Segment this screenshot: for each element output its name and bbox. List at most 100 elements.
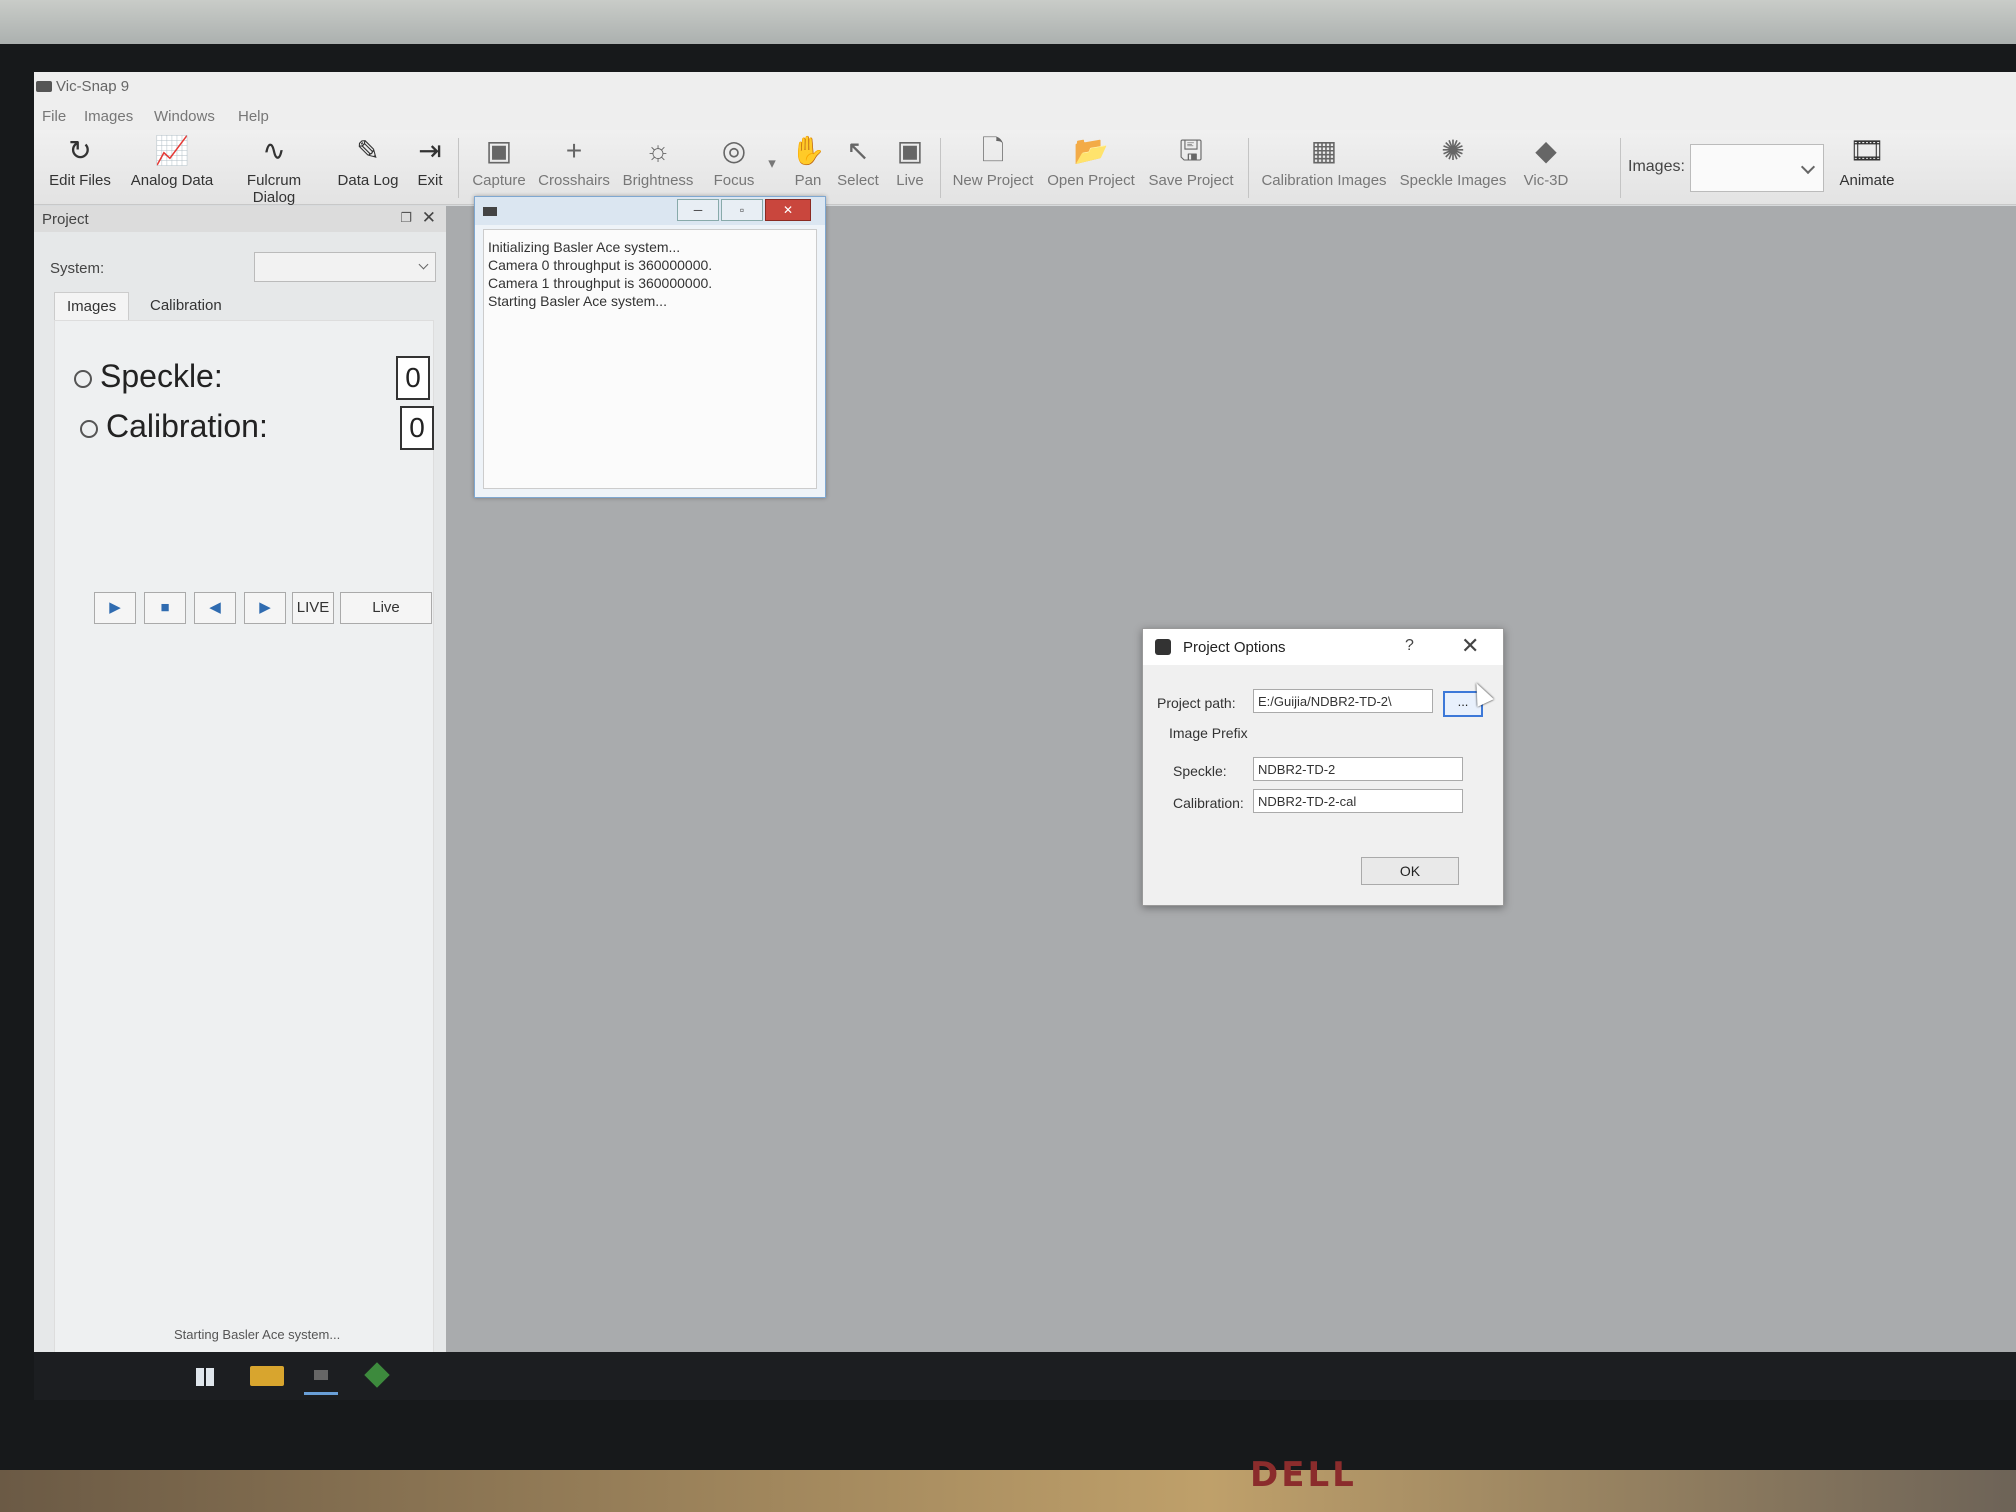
play-button[interactable]: ▶ [94, 592, 136, 624]
vic3d-icon: ◆ [1535, 135, 1557, 166]
pan-label: Pan [794, 172, 822, 189]
stop-button[interactable]: ■ [144, 592, 186, 624]
menu-file[interactable]: File [42, 108, 66, 125]
film-strip-icon: 🎞 [1849, 135, 1885, 166]
vic3d-taskbar-icon[interactable] [360, 1360, 394, 1392]
live-indicator[interactable]: LIVE [292, 592, 334, 624]
vic3d-label: Vic-3D [1523, 172, 1569, 189]
pointer-icon: ↖ [846, 135, 870, 166]
open-project-label: Open Project [1047, 172, 1135, 189]
system-dropdown[interactable] [254, 252, 436, 282]
edit-files-button[interactable]: ↻ Edit Files [48, 134, 112, 189]
maximize-button[interactable]: ▫ [721, 199, 763, 221]
speckle-icon: ✺ [1441, 135, 1465, 166]
step-forward-icon: ▶ [259, 599, 271, 616]
capture-button[interactable]: ▣ Capture [464, 134, 534, 189]
menu-bar: File Images Windows Help [34, 102, 2016, 130]
select-button[interactable]: ↖ Select [830, 134, 886, 189]
focus-button[interactable]: ◎ Focus [704, 134, 764, 189]
close-button[interactable]: ✕ [765, 199, 811, 221]
speckle-images-label: Speckle Images [1399, 172, 1507, 189]
calibration-prefix-label: Calibration: [1173, 795, 1244, 811]
minimize-icon: ─ [693, 203, 703, 217]
menu-windows[interactable]: Windows [154, 108, 215, 125]
speckle-radio[interactable] [74, 369, 92, 388]
log-text-area: Initializing Basler Ace system... Camera… [483, 229, 817, 489]
calibration-label: Calibration: [106, 408, 268, 444]
speckle-prefix-field[interactable]: NDBR2-TD-2 [1253, 757, 1463, 781]
calibration-images-label: Calibration Images [1261, 172, 1387, 189]
speckle-radio-row[interactable]: Speckle: [74, 358, 223, 395]
edit-files-label: Edit Files [49, 172, 111, 189]
new-project-button[interactable]: 🗋 New Project [948, 134, 1038, 189]
save-project-button[interactable]: 🖫 Save Project [1144, 134, 1238, 189]
project-panel-title: Project [42, 211, 89, 228]
vic-snap-taskbar-icon[interactable] [304, 1360, 338, 1395]
camera-icon [483, 207, 497, 216]
chart-icon: 📈 [154, 135, 190, 166]
pan-button[interactable]: ✋ Pan [786, 134, 830, 189]
toolbar-separator [1248, 138, 1249, 198]
log-line: Camera 1 throughput is 360000000. [488, 275, 713, 291]
minimize-button[interactable]: ─ [677, 199, 719, 221]
grid-icon: ▦ [1310, 135, 1338, 166]
window-title: Vic-Snap 9 [56, 78, 130, 95]
dialog-titlebar: Project Options ? ✕ [1143, 629, 1503, 665]
images-dropdown[interactable] [1690, 144, 1824, 192]
data-log-button[interactable]: ✎ Data Log [332, 134, 404, 189]
speckle-prefix-label: Speckle: [1173, 763, 1227, 779]
exit-button[interactable]: ⇥ Exit [408, 134, 452, 189]
focus-dropdown-arrow[interactable]: ▾ [764, 154, 780, 172]
crosshairs-button[interactable]: + Crosshairs [534, 134, 614, 189]
previous-frame-button[interactable]: ◀ [194, 592, 236, 624]
windows-start-icon[interactable] [188, 1360, 222, 1392]
calibration-radio-row[interactable]: Calibration: [80, 408, 268, 445]
exit-label: Exit [417, 172, 443, 189]
project-path-field[interactable]: E:/Guijia/NDBR2-TD-2\ [1253, 689, 1433, 713]
menu-help[interactable]: Help [238, 108, 269, 125]
live-toolbar-button[interactable]: ▣ Live [888, 134, 932, 189]
brightness-label: Brightness [622, 172, 694, 189]
vic3d-button[interactable]: ◆ Vic-3D [1516, 134, 1576, 189]
calibration-radio[interactable] [80, 419, 98, 438]
images-label: Images: [1628, 158, 1685, 175]
analog-data-button[interactable]: 📈 Analog Data [130, 134, 214, 189]
next-frame-button[interactable]: ▶ [244, 592, 286, 624]
step-back-icon: ◀ [209, 599, 221, 616]
close-icon[interactable]: ✕ [1461, 633, 1479, 659]
chevron-down-icon: ▾ [768, 155, 776, 172]
tab-images[interactable]: Images [54, 292, 130, 321]
help-icon[interactable]: ? [1405, 637, 1414, 655]
toolbar-separator [458, 138, 459, 198]
toolbar: ↻ Edit Files 📈 Analog Data ∿ Fulcrum Dia… [34, 130, 2016, 206]
file-explorer-icon[interactable] [250, 1366, 284, 1386]
ok-button[interactable]: OK [1361, 857, 1459, 885]
crosshairs-icon: + [565, 135, 583, 166]
live-button[interactable]: Live [340, 592, 432, 624]
monitor-brand-logo: DELL [1250, 1455, 1357, 1495]
open-folder-icon: 📂 [1073, 135, 1109, 166]
status-bar-text: Starting Basler Ace system... [174, 1327, 341, 1342]
taskbar [34, 1352, 2016, 1400]
wave-icon: ∿ [262, 135, 286, 166]
tab-calibration[interactable]: Calibration [138, 292, 234, 320]
system-label: System: [50, 260, 105, 277]
calibration-images-button[interactable]: ▦ Calibration Images [1256, 134, 1392, 189]
speckle-images-button[interactable]: ✺ Speckle Images [1394, 134, 1512, 189]
close-icon[interactable]: ✕ [422, 208, 436, 228]
maximize-icon: ▫ [739, 203, 745, 217]
log-line: Initializing Basler Ace system... [488, 239, 681, 255]
project-panel: Project ❐ ✕ System: Images Calibration S… [34, 206, 446, 1396]
undock-icon[interactable]: ❐ [400, 210, 412, 226]
project-options-dialog: Project Options ? ✕ Project path: E:/Gui… [1142, 628, 1504, 906]
menu-images[interactable]: Images [84, 108, 133, 125]
calibration-prefix-field[interactable]: NDBR2-TD-2-cal [1253, 789, 1463, 813]
data-log-label: Data Log [337, 172, 399, 189]
brightness-button[interactable]: ☼ Brightness [616, 134, 700, 189]
fulcrum-dialog-button[interactable]: ∿ Fulcrum Dialog [224, 134, 324, 206]
live-toolbar-label: Live [896, 172, 924, 189]
capture-label: Capture [472, 172, 526, 189]
open-project-button[interactable]: 📂 Open Project [1044, 134, 1138, 189]
animate-button[interactable]: 🎞 Animate [1832, 134, 1902, 189]
play-icon: ▶ [109, 599, 121, 616]
